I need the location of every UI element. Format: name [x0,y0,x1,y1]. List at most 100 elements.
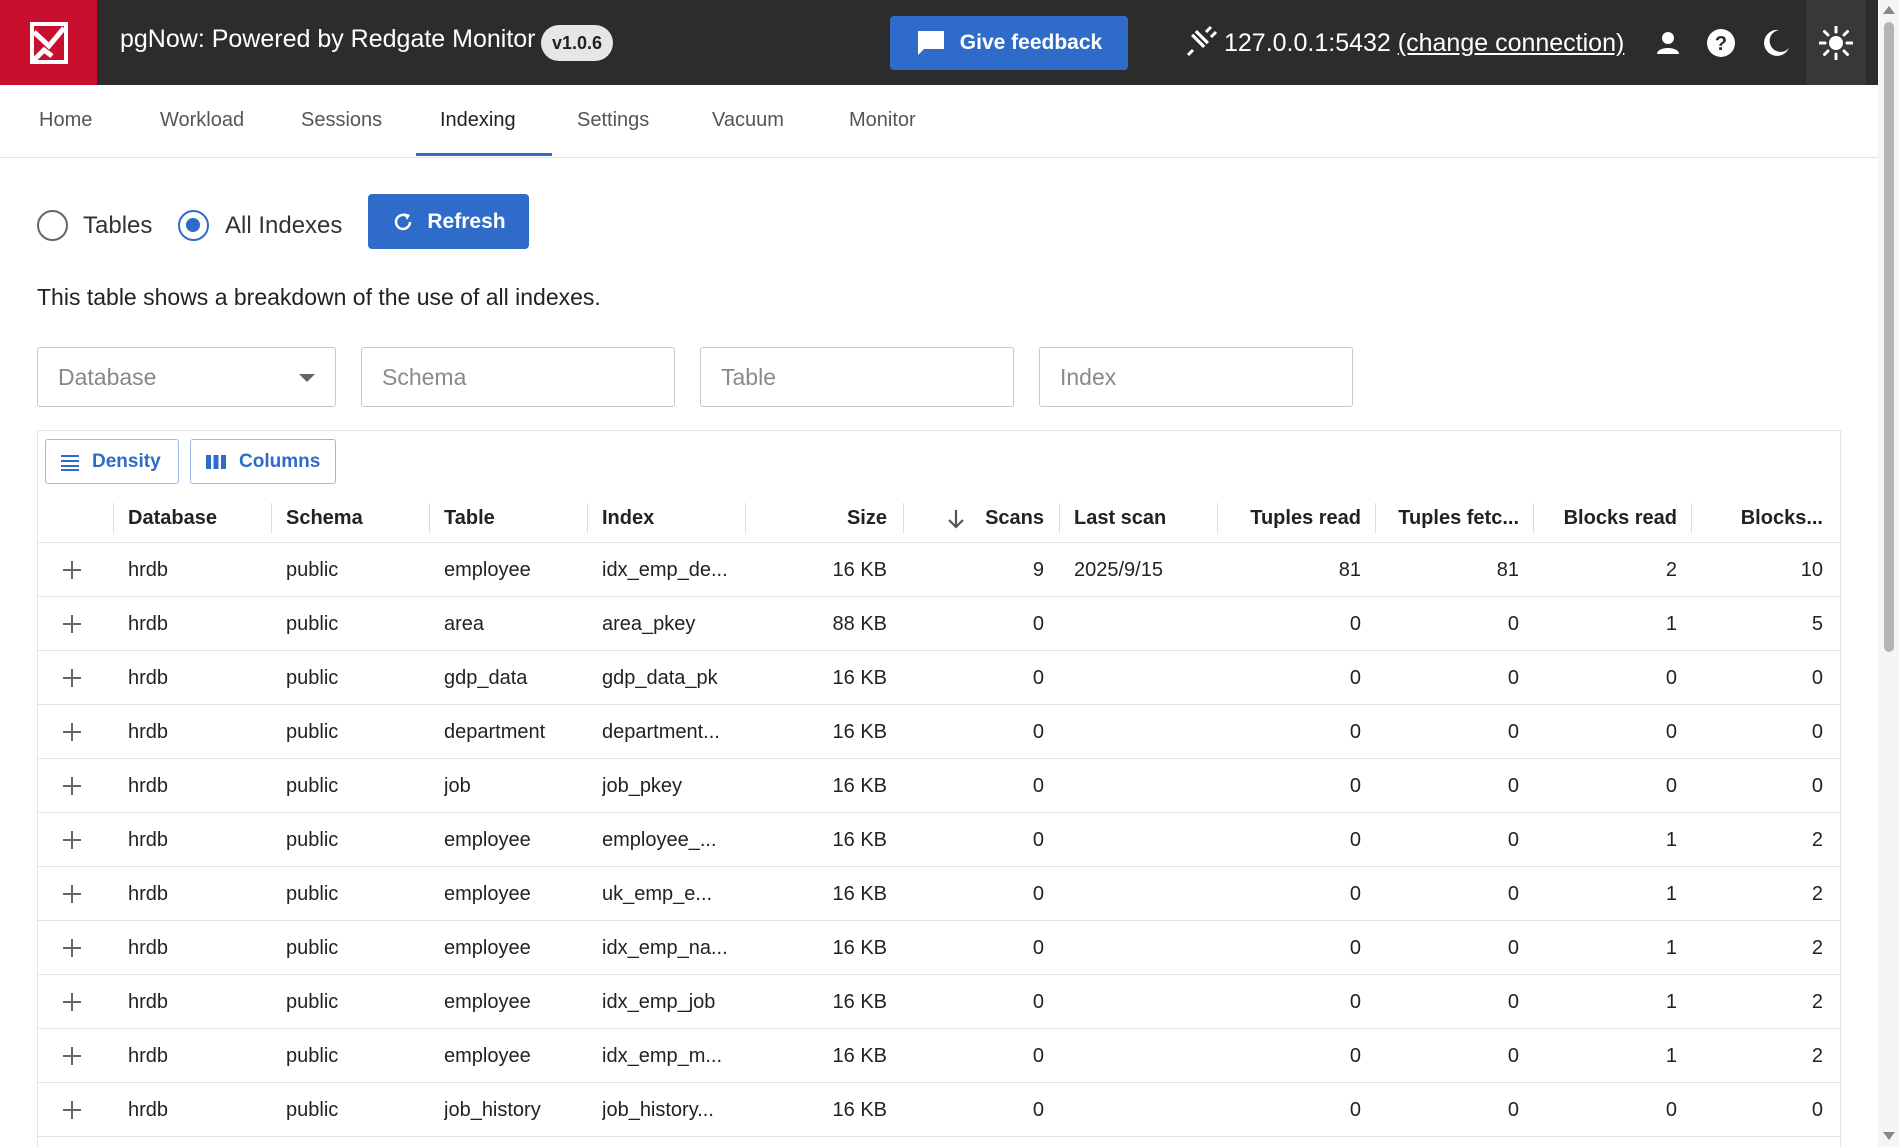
column-separator[interactable] [429,503,430,533]
database-select[interactable]: Database [37,347,336,407]
cell-tuples-fetched: 0 [1507,667,1519,689]
scroll-up-icon[interactable] [1883,6,1895,14]
columns-button[interactable]: Columns [190,439,336,484]
page-scrollbar[interactable] [1878,0,1899,1147]
cell-table: job [444,775,471,797]
cell-blocks: 2 [1811,1045,1823,1067]
cell-database: hrdb [128,1099,169,1121]
column-header-database[interactable]: Database [128,493,268,543]
cell-index: uk_emp_e... [602,883,713,905]
table-row[interactable]: hrdb public job_history job_history... 16 KB… [38,1083,1840,1137]
sort-descending-icon[interactable] [946,508,966,530]
expand-row-icon[interactable] [62,830,82,850]
expand-row-icon[interactable] [62,722,82,742]
column-separator[interactable] [1533,503,1534,533]
column-header-index[interactable]: Index [602,493,742,543]
column-header-last-scan[interactable]: Last scan [1074,493,1214,543]
table-row[interactable]: hrdb public employee idx_emp_m... 16 KB 0 0 0 1 2 [38,1029,1840,1083]
column-header-scans[interactable]: Scans [968,493,1044,543]
table-row[interactable]: hrdb public employee idx_emp_job 16 KB 0 0 0 1 2 [38,975,1840,1029]
scroll-down-icon[interactable] [1883,1132,1895,1140]
cell-index: gdp_data_pk [602,667,718,689]
column-header-tuples-fetched[interactable]: Tuples fetc... [1380,493,1519,543]
column-separator[interactable] [1375,503,1376,533]
radio-tables-label[interactable]: Tables [83,212,152,240]
logo-icon[interactable] [0,0,97,85]
cell-scans: 0 [1032,1045,1044,1067]
index-input[interactable] [1060,349,1323,406]
scrollbar-thumb[interactable] [1884,22,1894,652]
cell-scans: 0 [1032,991,1044,1013]
cell-index: job_pkey [602,775,683,797]
expand-row-icon[interactable] [62,938,82,958]
column-header-schema[interactable]: Schema [286,493,426,543]
cell-blocks: 0 [1811,1099,1823,1121]
table-row[interactable]: hrdb public employee idx_emp_de... 16 KB 9 202… [38,543,1840,597]
column-separator[interactable] [1059,503,1060,533]
density-button[interactable]: Density [45,439,179,484]
radio-all-indexes-label[interactable]: All Indexes [225,212,342,240]
cell-index: idx_emp_job [602,991,716,1013]
cell-tuples-read: 0 [1349,1045,1361,1067]
expand-row-icon[interactable] [62,668,82,688]
column-header-size[interactable]: Size [750,493,887,543]
radio-all-indexes[interactable] [178,210,209,241]
column-separator[interactable] [113,503,114,533]
schema-filter[interactable] [361,347,675,407]
column-separator[interactable] [587,503,588,533]
column-header-blocks-read[interactable]: Blocks read [1538,493,1677,543]
give-feedback-button[interactable]: Give feedback [890,16,1128,70]
table-row[interactable]: hrdb public employee uk_emp_e... 16 KB 0 0 0 1 2 [38,867,1840,921]
cell-schema: public [286,613,339,635]
column-header-table[interactable]: Table [444,493,584,543]
cell-database: hrdb [128,829,169,851]
tab-indexing[interactable]: Indexing [440,109,516,132]
cell-database: hrdb [128,667,169,689]
table-row[interactable]: hrdb public job job_pkey 16 KB 0 0 0 0 0 [38,759,1840,813]
column-separator[interactable] [903,503,904,533]
tab-monitor[interactable]: Monitor [849,109,916,132]
change-connection-link[interactable]: (change connection) [1398,29,1625,57]
user-icon[interactable] [1649,24,1687,62]
tab-vacuum[interactable]: Vacuum [712,109,784,132]
expand-row-icon[interactable] [62,1046,82,1066]
column-separator[interactable] [1691,503,1692,533]
cell-blocks-read: 1 [1665,1045,1677,1067]
table-row[interactable]: hrdb public area area_pkey 88 KB 0 0 0 1 5 [38,597,1840,651]
expand-row-icon[interactable] [62,614,82,634]
expand-row-icon[interactable] [62,884,82,904]
tab-settings[interactable]: Settings [577,109,649,132]
column-separator[interactable] [271,503,272,533]
expand-row-icon[interactable] [62,560,82,580]
cell-last-scan [1074,975,1214,1029]
cell-blocks-read: 1 [1665,613,1677,635]
radio-tables[interactable] [37,210,68,241]
refresh-button[interactable]: Refresh [368,194,529,249]
light-mode-icon[interactable] [1806,0,1866,85]
column-header-tuples-read[interactable]: Tuples read [1222,493,1361,543]
expand-row-icon[interactable] [62,776,82,796]
tab-home[interactable]: Home [39,109,92,132]
table-filter[interactable] [700,347,1014,407]
column-separator[interactable] [1217,503,1218,533]
version-badge: v1.0.6 [541,25,614,61]
expand-row-icon[interactable] [62,992,82,1012]
cell-index: area_pkey [602,613,696,635]
table-row[interactable]: hrdb public gdp_data gdp_data_pk 16 KB 0 0 0 0 0 [38,651,1840,705]
help-icon[interactable]: ? [1702,24,1740,62]
table-row[interactable]: hrdb public employee idx_emp_na... 16 KB 0 0 0 1… [38,921,1840,975]
table-row[interactable]: hrdb public employee employee_... 16 KB 0 0 0 1 2 [38,813,1840,867]
schema-input[interactable] [382,349,645,406]
table-row[interactable]: hrdb public department department... 16 KB 0 0… [38,705,1840,759]
give-feedback-label: Give feedback [959,31,1103,54]
indexes-grid: Density Columns Database Schema Table In… [37,430,1841,1147]
expand-row-icon[interactable] [62,1100,82,1120]
column-separator[interactable] [745,503,746,533]
dark-mode-icon[interactable] [1757,24,1795,62]
tab-sessions[interactable]: Sessions [301,109,382,132]
index-filter[interactable] [1039,347,1353,407]
table-input[interactable] [721,349,984,406]
column-header-blocks[interactable]: Blocks... [1696,493,1823,543]
tab-workload[interactable]: Workload [160,109,244,132]
cell-scans: 0 [1032,829,1044,851]
